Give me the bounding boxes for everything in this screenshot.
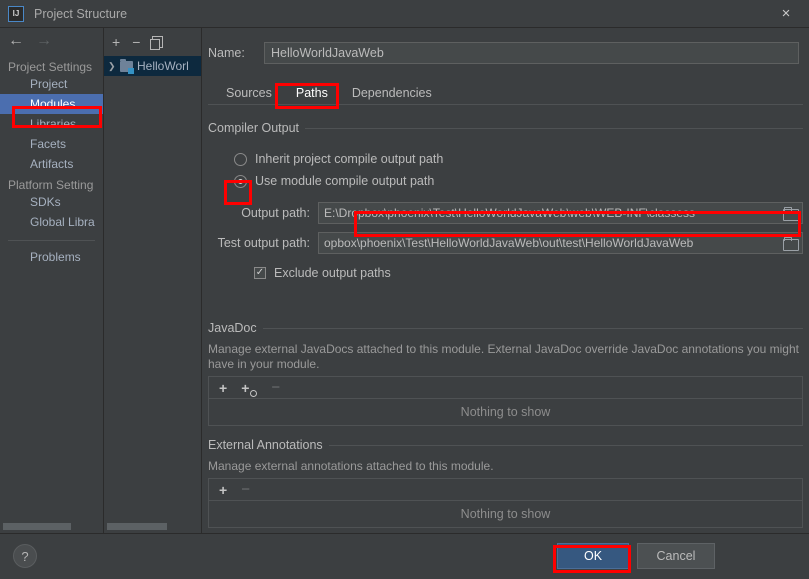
module-settings-panel: Name: HelloWorldJavaWeb Sources Paths De…: [202, 28, 809, 533]
test-output-path-browse-button[interactable]: [778, 233, 802, 253]
globe-icon: [250, 389, 258, 397]
copy-module-icon[interactable]: [150, 36, 164, 50]
settings-sidebar: Project Settings Project Modules Librari…: [0, 56, 103, 521]
sidebar-item-global-libraries[interactable]: Global Libra: [0, 212, 103, 232]
javadoc-add-button[interactable]: +: [219, 381, 227, 395]
javadoc-section: JavaDoc Manage external JavaDocs attache…: [208, 320, 803, 426]
external-annotations-title: External Annotations: [208, 438, 323, 452]
tab-sources[interactable]: Sources: [214, 82, 284, 104]
scrollbar-thumb[interactable]: [107, 523, 167, 530]
ok-button[interactable]: OK: [557, 543, 629, 569]
javadoc-description: Manage external JavaDocs attached to thi…: [208, 342, 799, 371]
sidebar-item-modules[interactable]: Modules: [0, 94, 103, 114]
section-divider: [328, 444, 803, 446]
use-module-output-label: Use module compile output path: [255, 174, 435, 188]
intellij-logo-icon: IJ: [8, 5, 24, 22]
chevron-right-icon[interactable]: ❯: [108, 61, 120, 72]
cancel-button[interactable]: Cancel: [637, 543, 715, 569]
add-module-button[interactable]: +: [112, 35, 120, 49]
dialog-footer: ? OK Cancel CSDN @木P风@: [0, 533, 809, 579]
tree-scrollbar[interactable]: [103, 521, 202, 533]
forward-arrow-icon[interactable]: →: [36, 32, 52, 50]
sidebar-item-sdks[interactable]: SDKs: [0, 192, 103, 212]
module-tabs: Sources Paths Dependencies: [214, 82, 444, 108]
javadoc-empty-list: Nothing to show: [208, 398, 803, 426]
output-path-label: Output path:: [241, 206, 310, 220]
external-annotations-description: Manage external annotations attached to …: [208, 459, 494, 473]
compiler-output-header: Compiler Output: [208, 120, 803, 136]
folder-icon: [783, 236, 799, 251]
sidebar-item-libraries[interactable]: Libraries: [0, 114, 103, 134]
tree-item-module[interactable]: ❯ HelloWorl: [104, 56, 201, 76]
help-button[interactable]: ?: [13, 544, 37, 568]
module-name-label: Name:: [208, 46, 245, 60]
external-annotations-section: External Annotations Manage external ann…: [208, 437, 803, 528]
external-annotations-empty-list: Nothing to show: [208, 500, 803, 528]
compiler-output-section: Compiler Output Inherit project compile …: [208, 120, 803, 284]
external-annotations-remove-button[interactable]: −: [241, 482, 250, 497]
section-divider: [262, 327, 803, 329]
title-bar: IJ Project Structure ×: [0, 0, 809, 28]
tabs-underline: [208, 104, 803, 105]
sidebar-group-project-settings: Project Settings: [8, 60, 93, 74]
folder-icon: [783, 206, 799, 221]
exclude-output-checkbox[interactable]: ✓: [254, 267, 266, 279]
sidebar-item-project[interactable]: Project: [0, 74, 103, 94]
javadoc-remove-button[interactable]: −: [271, 380, 280, 395]
compiler-output-title: Compiler Output: [208, 121, 300, 135]
output-path-value: E:\Dropbox\phoenix\Test\HelloWorldJavaWe…: [324, 206, 696, 220]
sidebar-group-platform-settings: Platform Setting: [8, 178, 94, 192]
javadoc-add-url-label: +: [241, 379, 250, 396]
tab-dependencies[interactable]: Dependencies: [340, 82, 444, 104]
output-path-field[interactable]: E:\Dropbox\phoenix\Test\HelloWorldJavaWe…: [318, 202, 803, 224]
exclude-output-label: Exclude output paths: [274, 266, 391, 280]
tab-paths[interactable]: Paths: [284, 82, 340, 108]
javadoc-header: JavaDoc: [208, 320, 803, 336]
javadoc-title: JavaDoc: [208, 321, 257, 335]
close-icon[interactable]: ×: [763, 0, 809, 27]
project-structure-dialog: IJ Project Structure × ← → + − Project S…: [0, 0, 809, 579]
sidebar-item-facets[interactable]: Facets: [0, 134, 103, 154]
test-output-path-label: Test output path:: [217, 236, 310, 250]
inherit-output-row[interactable]: Inherit project compile output path: [208, 148, 803, 170]
test-output-path-field[interactable]: opbox\phoenix\Test\HelloWorldJavaWeb\out…: [318, 232, 803, 254]
sidebar-scrollbar[interactable]: [0, 521, 103, 533]
inherit-output-label: Inherit project compile output path: [255, 152, 444, 166]
javadoc-toolbar: + + −: [208, 376, 803, 398]
sidebar-item-artifacts[interactable]: Artifacts: [0, 154, 103, 174]
output-path-row: Output path: E:\Dropbox\phoenix\Test\Hel…: [208, 200, 803, 226]
back-arrow-icon[interactable]: ←: [8, 32, 24, 50]
use-module-output-radio[interactable]: [234, 174, 247, 188]
external-annotations-toolbar: + −: [208, 478, 803, 500]
test-output-path-value: opbox\phoenix\Test\HelloWorldJavaWeb\out…: [324, 236, 694, 250]
module-name-row: Name: HelloWorldJavaWeb: [208, 42, 799, 64]
use-module-output-row[interactable]: Use module compile output path: [208, 170, 803, 192]
nav-arrow-group: ← →: [8, 32, 52, 50]
external-annotations-add-button[interactable]: +: [219, 483, 227, 497]
window-title: Project Structure: [34, 6, 128, 21]
scrollbar-thumb[interactable]: [3, 523, 71, 530]
output-path-browse-button[interactable]: [778, 203, 802, 223]
remove-module-button[interactable]: −: [132, 35, 140, 49]
exclude-output-row[interactable]: ✓ Exclude output paths: [208, 262, 803, 284]
module-name-input[interactable]: HelloWorldJavaWeb: [264, 42, 799, 64]
sidebar-divider: [8, 240, 95, 241]
module-folder-icon: [120, 58, 134, 74]
javadoc-add-url-button[interactable]: +: [241, 379, 258, 397]
inherit-output-radio[interactable]: [234, 152, 247, 166]
test-output-path-row: Test output path: opbox\phoenix\Test\Hel…: [208, 230, 803, 256]
module-tree-panel: ❯ HelloWorl: [103, 56, 202, 521]
section-divider: [305, 127, 803, 129]
module-tree-toolbar: + −: [103, 28, 202, 56]
external-annotations-header: External Annotations: [208, 437, 803, 453]
tree-item-label: HelloWorl: [137, 59, 189, 73]
sidebar-item-problems[interactable]: Problems: [0, 247, 103, 267]
